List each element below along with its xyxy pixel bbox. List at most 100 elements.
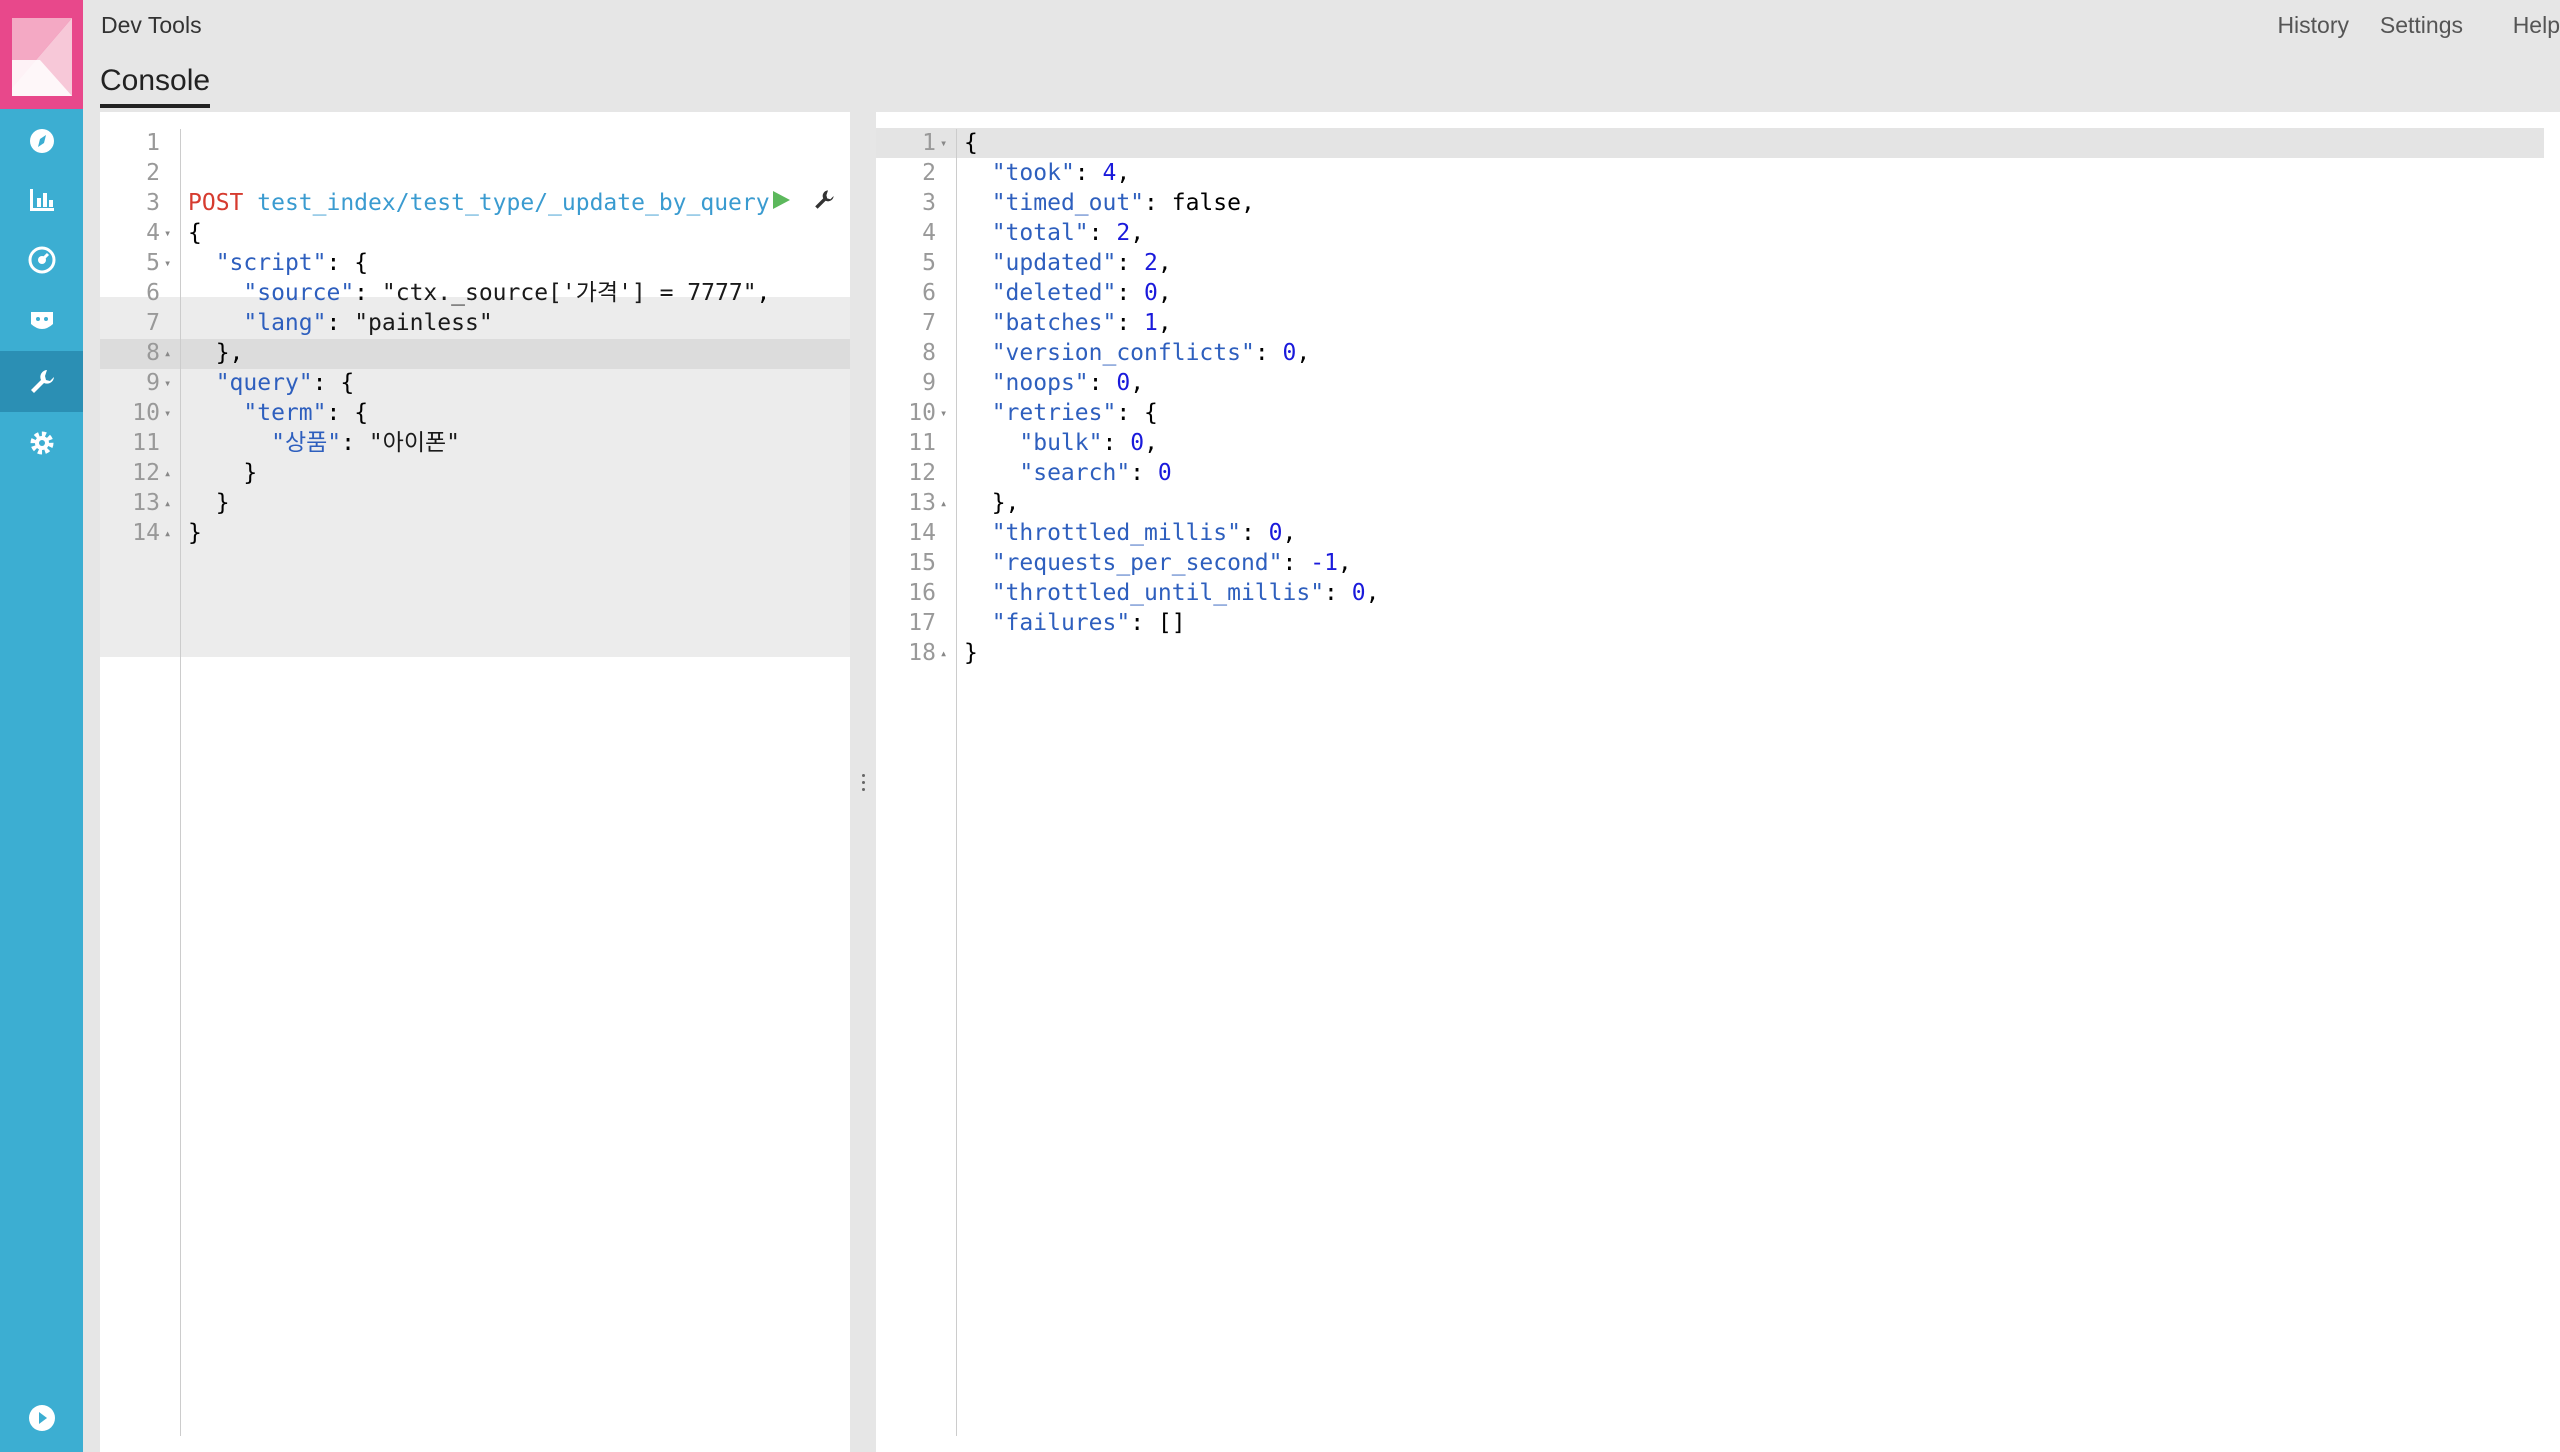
json-punct: {: [326, 370, 355, 396]
kibana-logo[interactable]: [0, 0, 83, 109]
json-punct: :: [1116, 280, 1131, 306]
json-key: "retries": [991, 400, 1117, 426]
json-punct: [1269, 340, 1283, 366]
json-number: 0: [1157, 460, 1172, 486]
code-line: 4 ▾ {: [100, 218, 850, 248]
json-punct: :: [1130, 460, 1145, 486]
code-line: 11 "bulk": 0,: [876, 428, 2560, 458]
json-punct: [964, 610, 992, 636]
line-number: 8: [146, 340, 160, 366]
http-method: POST: [188, 190, 244, 216]
json-punct: ,: [756, 280, 771, 306]
json-punct: :: [1116, 400, 1131, 426]
json-punct: :: [326, 400, 341, 426]
code-line: 17 "failures": []: [876, 608, 2560, 638]
fold-arrow-icon[interactable]: ▴: [940, 638, 947, 668]
run-request-icon[interactable]: [770, 189, 792, 217]
fold-arrow-icon[interactable]: ▾: [164, 398, 171, 428]
json-punct: :: [1116, 250, 1131, 276]
fold-arrow-icon[interactable]: ▾: [940, 128, 947, 158]
json-punct: [964, 430, 1019, 456]
json-punct: },: [964, 490, 1020, 516]
dashboard-icon[interactable]: [0, 229, 83, 290]
line-number: 18: [908, 640, 936, 666]
line-number: 16: [908, 580, 936, 606]
json-key: "query": [215, 370, 313, 396]
code-line: 5 "updated": 2,: [876, 248, 2560, 278]
timelion-icon[interactable]: [0, 290, 83, 351]
json-punct: [964, 550, 992, 576]
line-number: 14: [908, 520, 936, 546]
code-text: {: [964, 128, 978, 158]
request-editor[interactable]: 1 2 3 POST test_index/test_type/_update_by_…: [100, 112, 850, 1452]
code-text: "failures": []: [964, 608, 1186, 638]
line-number: 1: [922, 130, 936, 156]
json-punct: []: [1144, 610, 1186, 636]
json-key: "deleted": [991, 280, 1117, 306]
code-line: 14 "throttled_millis": 0,: [876, 518, 2560, 548]
line-number: 7: [922, 310, 936, 336]
json-punct: [1296, 550, 1310, 576]
response-viewer: 1 ▾{2 "took": 4, 3 "timed_out": false, 4 "t…: [876, 112, 2560, 1452]
json-punct: ,: [1157, 310, 1172, 336]
json-punct: :: [1130, 610, 1145, 636]
request-url: test_index/test_type/_update_by_query: [257, 190, 770, 216]
code-line: 9 "noops": 0,: [876, 368, 2560, 398]
code-text: "throttled_until_millis": 0,: [964, 578, 1380, 608]
json-key: "bulk": [1019, 430, 1103, 456]
tab-console[interactable]: Console: [100, 64, 211, 108]
fold-arrow-icon[interactable]: ▴: [164, 458, 171, 488]
json-punct: :: [326, 250, 341, 276]
json-punct: [355, 430, 369, 456]
fold-arrow-icon[interactable]: ▾: [164, 218, 171, 248]
code-line: 8 "version_conflicts": 0,: [876, 338, 2560, 368]
json-punct: [188, 250, 216, 276]
code-line: 14 ▴}: [100, 518, 850, 548]
code-line: 4 "total": 2,: [876, 218, 2560, 248]
discover-icon[interactable]: [0, 110, 83, 171]
fold-arrow-icon[interactable]: ▴: [164, 518, 171, 548]
json-punct: [188, 430, 271, 456]
code-text: }: [188, 458, 257, 488]
json-number: 0: [1116, 370, 1131, 396]
fold-arrow-icon[interactable]: ▴: [164, 488, 171, 518]
json-punct: [1089, 160, 1103, 186]
code-line: 8 ▴ },: [100, 338, 850, 368]
history-link[interactable]: History: [2277, 12, 2349, 39]
visualize-icon[interactable]: [0, 169, 83, 230]
line-number: 17: [908, 610, 936, 636]
json-key: "failures": [991, 610, 1131, 636]
panel-resize-handle[interactable]: [850, 112, 876, 1452]
code-line: 10 ▾ "retries": {: [876, 398, 2560, 428]
json-punct: ,: [1130, 220, 1145, 246]
fold-arrow-icon[interactable]: ▾: [164, 368, 171, 398]
line-number: 13: [132, 490, 160, 516]
code-line: 15 "requests_per_second": -1,: [876, 548, 2560, 578]
json-punct: [964, 580, 992, 606]
code-text: "requests_per_second": -1,: [964, 548, 1352, 578]
json-punct: [1338, 580, 1352, 606]
collapse-icon[interactable]: [0, 1387, 83, 1448]
json-punct: [1103, 370, 1117, 396]
json-string: "painless": [354, 310, 493, 336]
json-punct: [964, 220, 992, 246]
json-punct: ,: [1130, 370, 1145, 396]
fold-arrow-icon[interactable]: ▾: [940, 398, 947, 428]
devtools-icon[interactable]: [0, 351, 83, 412]
fold-arrow-icon[interactable]: ▴: [164, 338, 171, 368]
settings-link[interactable]: Settings: [2380, 12, 2463, 39]
help-link[interactable]: Help: [2513, 12, 2560, 39]
line-number: 5: [146, 250, 160, 276]
fold-arrow-icon[interactable]: ▴: [940, 488, 947, 518]
json-punct: [964, 280, 992, 306]
management-icon[interactable]: [0, 412, 83, 473]
request-settings-wrench-icon[interactable]: [812, 188, 836, 218]
request-actions: [770, 188, 836, 218]
json-number: 0: [1130, 430, 1145, 456]
line-number: 14: [132, 520, 160, 546]
fold-arrow-icon[interactable]: ▾: [164, 248, 171, 278]
code-text: "total": 2,: [964, 218, 1144, 248]
json-punct: false,: [1157, 190, 1255, 216]
json-number: -1: [1310, 550, 1338, 576]
line-number: 2: [146, 160, 160, 186]
